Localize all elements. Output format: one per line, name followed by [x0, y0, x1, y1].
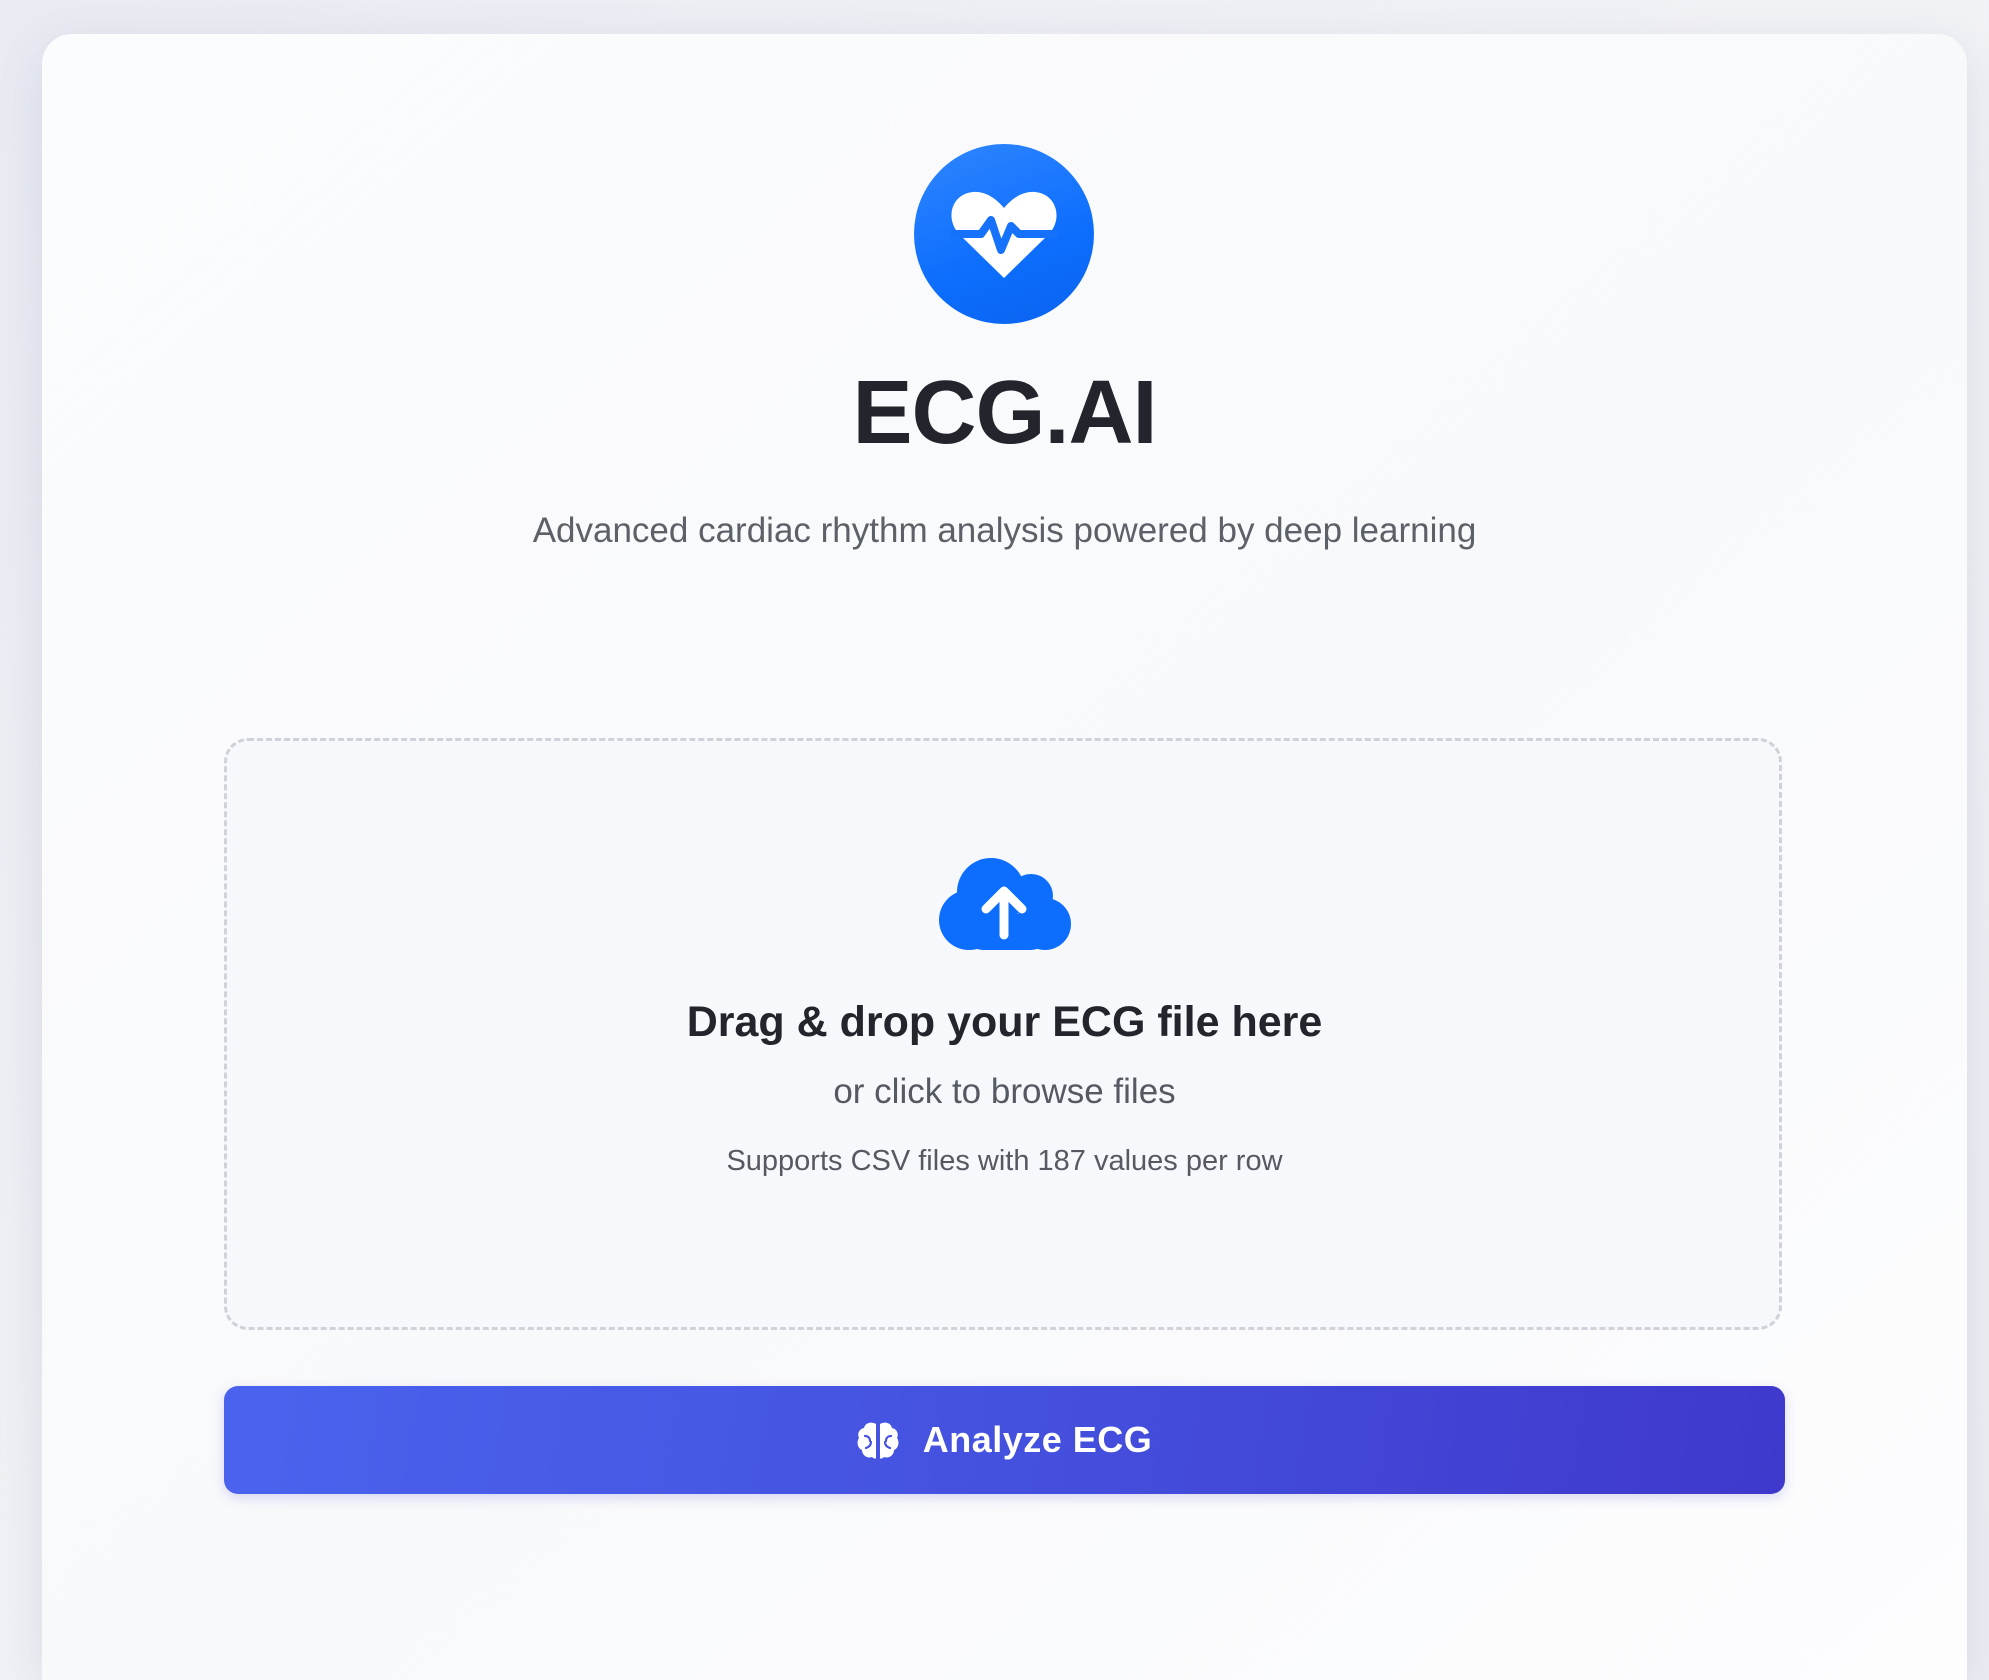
- app-logo: [914, 144, 1094, 324]
- dropzone-hint: Supports CSV files with 187 values per r…: [726, 1145, 1283, 1177]
- analyze-ecg-label: Analyze ECG: [922, 1419, 1153, 1460]
- app-title: ECG.AI: [852, 363, 1157, 463]
- cloud-upload-icon: [939, 858, 1071, 950]
- heart-pulse-icon: [951, 191, 1057, 278]
- analyze-ecg-button[interactable]: Analyze ECG: [224, 1386, 1785, 1494]
- dropzone-title: Drag & drop your ECG file here: [686, 998, 1323, 1046]
- brain-icon: [857, 1422, 899, 1459]
- app-subtitle: Advanced cardiac rhythm analysis powered…: [532, 511, 1477, 550]
- browse-files-link[interactable]: or click to browse files: [0, 1069, 1989, 1115]
